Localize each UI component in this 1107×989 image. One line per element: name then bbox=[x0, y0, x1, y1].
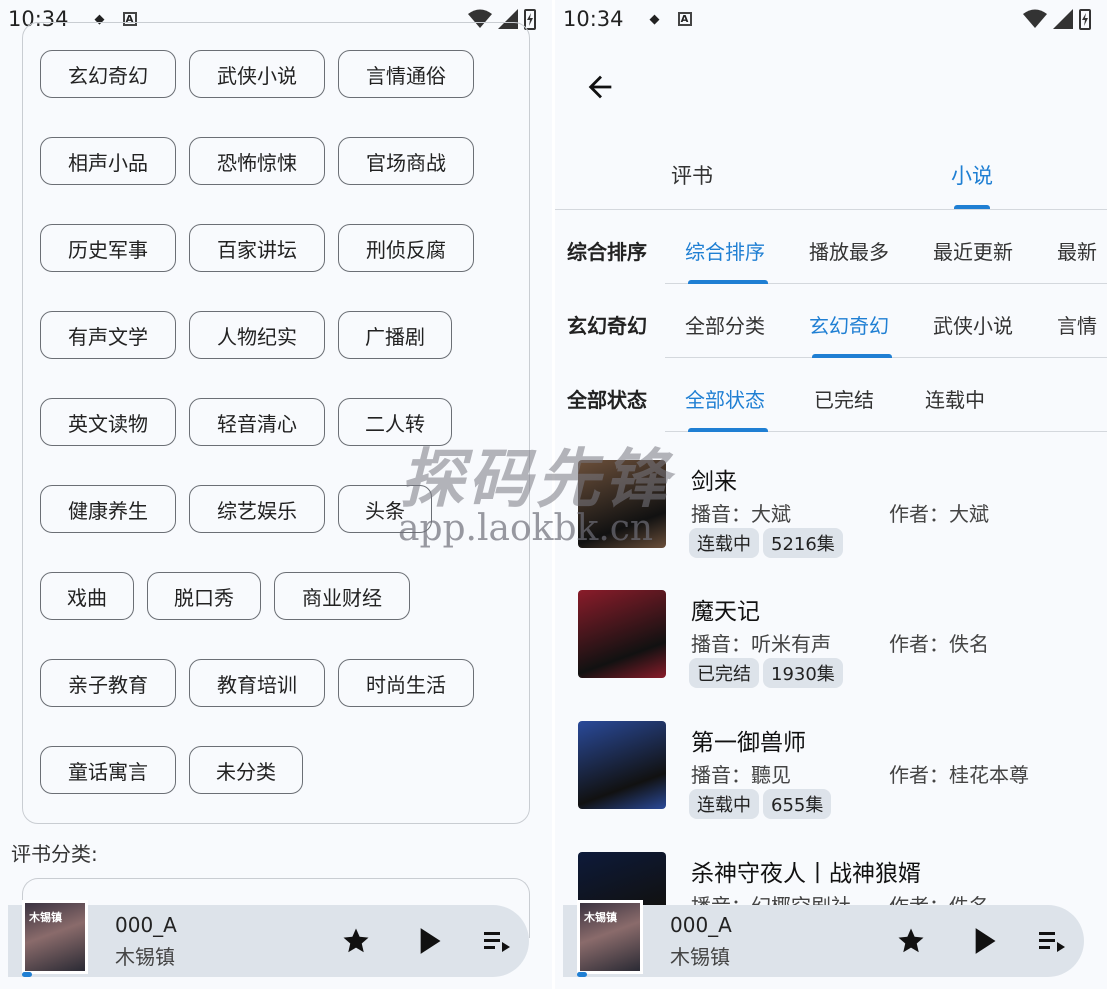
category-option[interactable]: 玄幻奇幻 bbox=[809, 310, 889, 339]
play-icon[interactable] bbox=[414, 925, 446, 957]
episode-count-badge: 1930集 bbox=[763, 658, 843, 688]
category-chip[interactable]: 脱口秀 bbox=[147, 572, 261, 620]
category-chip[interactable]: 言情通俗 bbox=[338, 50, 474, 98]
sort-label: 综合排序 bbox=[567, 240, 647, 264]
category-chip[interactable]: 健康养生 bbox=[40, 485, 176, 533]
book-cover[interactable] bbox=[578, 590, 666, 678]
episode-count-badge: 655集 bbox=[763, 789, 832, 819]
playlist-icon[interactable] bbox=[1037, 925, 1069, 957]
category-chip[interactable]: 英文读物 bbox=[40, 398, 176, 446]
player-title: 000_A bbox=[670, 913, 732, 937]
category-chip[interactable]: 相声小品 bbox=[40, 137, 176, 185]
mini-player[interactable]: 木锡镇 000_A 木锡镇 bbox=[8, 900, 529, 977]
category-chip[interactable]: 广播剧 bbox=[338, 311, 452, 359]
player-cover[interactable]: 木锡镇 bbox=[22, 900, 88, 974]
star-icon[interactable] bbox=[895, 925, 927, 957]
playlist-icon[interactable] bbox=[482, 925, 514, 957]
status-badge: 已完结 bbox=[689, 658, 759, 688]
section-label: 评书分类: bbox=[11, 842, 98, 866]
sort-filter-row: 综合排序 综合排序 播放最多 最近更新 最新 bbox=[555, 212, 1107, 284]
player-subtitle: 木锡镇 bbox=[115, 945, 175, 969]
playback-progress[interactable] bbox=[22, 972, 32, 977]
book-author: 作者：大斌 bbox=[889, 502, 989, 526]
wifi-icon bbox=[1023, 9, 1047, 28]
book-title: 第一御兽师 bbox=[691, 730, 806, 756]
category-chip[interactable]: 时尚生活 bbox=[338, 659, 474, 707]
watermark-url: app.laokbk.cn bbox=[398, 508, 654, 549]
category-chip[interactable]: 戏曲 bbox=[40, 572, 134, 620]
player-title: 000_A bbox=[115, 913, 177, 937]
tab-bar: 评书 小说 bbox=[555, 150, 1107, 210]
book-cover[interactable] bbox=[578, 721, 666, 809]
status-badge: 连载中 bbox=[689, 789, 759, 819]
book-author: 作者：桂花本尊 bbox=[889, 763, 1029, 787]
mini-player[interactable]: 木锡镇 000_A 木锡镇 bbox=[563, 900, 1084, 977]
category-chip[interactable]: 商业财经 bbox=[274, 572, 410, 620]
book-narrator: 播音：大斌 bbox=[691, 502, 791, 526]
tab-indicator bbox=[954, 205, 990, 209]
state-filter-row: 全部状态 全部状态 已完结 连载中 bbox=[555, 360, 1107, 432]
back-arrow-icon[interactable] bbox=[583, 70, 617, 104]
book-narrator: 播音：听米有声 bbox=[691, 632, 831, 656]
player-cover[interactable]: 木锡镇 bbox=[577, 900, 643, 974]
sort-indicator bbox=[688, 280, 768, 284]
book-item[interactable]: 魔天记播音：听米有声 作者：佚名已完结 1930集 bbox=[555, 590, 1107, 710]
book-narrator: 播音：聽见 bbox=[691, 763, 791, 787]
state-label: 全部状态 bbox=[567, 388, 647, 412]
status-bar: 10:34 ◆ A bbox=[555, 0, 1107, 38]
category-label: 玄幻奇幻 bbox=[567, 314, 647, 338]
sort-option[interactable]: 播放最多 bbox=[809, 236, 889, 265]
state-option[interactable]: 全部状态 bbox=[685, 384, 765, 413]
category-chip[interactable]: 刑侦反腐 bbox=[338, 224, 474, 272]
book-title: 剑来 bbox=[691, 469, 737, 495]
book-title: 杀神守夜人丨战神狼婿 bbox=[691, 861, 921, 887]
tab-pingshu[interactable]: 评书 bbox=[671, 160, 713, 190]
category-chip[interactable]: 玄幻奇幻 bbox=[40, 50, 176, 98]
category-indicator bbox=[812, 354, 892, 358]
episode-count-badge: 5216集 bbox=[763, 528, 843, 558]
battery-icon bbox=[1079, 9, 1091, 30]
category-option[interactable]: 言情 bbox=[1057, 310, 1097, 339]
status-time: 10:34 bbox=[563, 7, 624, 31]
sort-option[interactable]: 最近更新 bbox=[933, 236, 1013, 265]
status-badge: 连载中 bbox=[689, 528, 759, 558]
watermark-text: 探码先锋 bbox=[400, 443, 672, 517]
category-chip[interactable]: 历史军事 bbox=[40, 224, 176, 272]
category-chip[interactable]: 未分类 bbox=[189, 746, 303, 794]
category-chip[interactable]: 武侠小说 bbox=[189, 50, 325, 98]
category-chip[interactable]: 教育培训 bbox=[189, 659, 325, 707]
book-item[interactable]: 第一御兽师播音：聽见 作者：桂花本尊连载中 655集 bbox=[555, 721, 1107, 841]
sort-option[interactable]: 最新 bbox=[1057, 236, 1097, 265]
category-option[interactable]: 武侠小说 bbox=[933, 310, 1013, 339]
sort-option[interactable]: 综合排序 bbox=[685, 236, 765, 265]
category-filter-row: 玄幻奇幻 全部分类 玄幻奇幻 武侠小说 言情 bbox=[555, 286, 1107, 358]
category-chip[interactable]: 轻音清心 bbox=[189, 398, 325, 446]
notification-icon: ◆ bbox=[649, 11, 660, 27]
category-option[interactable]: 全部分类 bbox=[685, 310, 765, 339]
signal-icon bbox=[1053, 9, 1073, 29]
playback-progress[interactable] bbox=[577, 972, 587, 977]
state-option[interactable]: 连载中 bbox=[925, 384, 985, 413]
category-chip[interactable]: 官场商战 bbox=[338, 137, 474, 185]
book-title: 魔天记 bbox=[691, 599, 760, 625]
app-notification-icon: A bbox=[677, 12, 692, 26]
state-indicator bbox=[688, 428, 768, 432]
state-option[interactable]: 已完结 bbox=[814, 384, 874, 413]
player-subtitle: 木锡镇 bbox=[670, 945, 730, 969]
category-chip[interactable]: 恐怖惊悚 bbox=[189, 137, 325, 185]
category-chip[interactable]: 童话寓言 bbox=[40, 746, 176, 794]
book-author: 作者：佚名 bbox=[889, 632, 989, 656]
category-chip[interactable]: 百家讲坛 bbox=[189, 224, 325, 272]
category-chip[interactable]: 亲子教育 bbox=[40, 659, 176, 707]
category-chip[interactable]: 人物纪实 bbox=[189, 311, 325, 359]
tab-novel[interactable]: 小说 bbox=[951, 160, 993, 190]
category-chip[interactable]: 有声文学 bbox=[40, 311, 176, 359]
play-icon[interactable] bbox=[969, 925, 1001, 957]
star-icon[interactable] bbox=[340, 925, 372, 957]
category-chip[interactable]: 综艺娱乐 bbox=[189, 485, 325, 533]
